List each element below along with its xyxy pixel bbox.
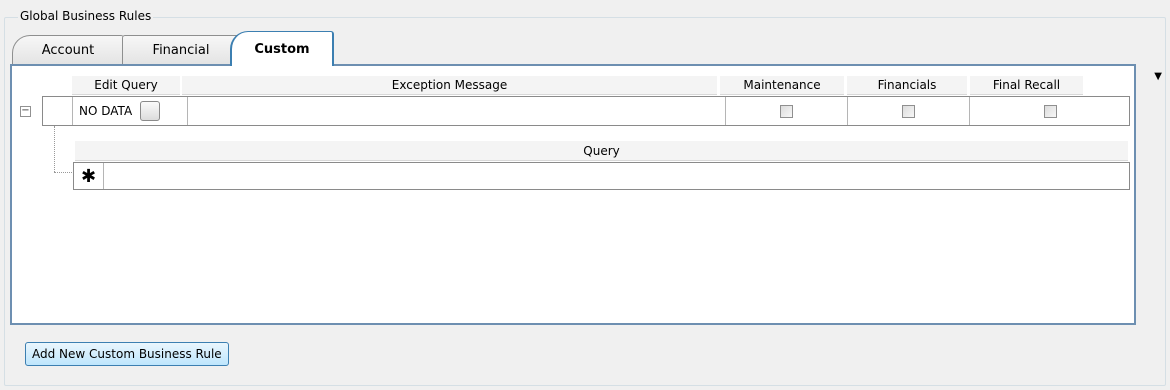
tab-financial[interactable]: Financial <box>122 35 240 65</box>
maintenance-checkbox[interactable] <box>780 104 793 118</box>
group-title: Global Business Rules <box>18 8 154 24</box>
column-header-final-recall[interactable]: Final Recall <box>970 76 1083 95</box>
financials-checkbox[interactable] <box>902 104 915 118</box>
tab-dropdown-icon[interactable]: ▼ <box>1154 71 1162 82</box>
collapse-row-icon[interactable]: − <box>20 106 31 117</box>
column-header-exception-message[interactable]: Exception Message <box>182 76 717 95</box>
exception-message-cell[interactable] <box>188 97 726 125</box>
edit-query-button[interactable] <box>140 101 161 121</box>
column-header-financials[interactable]: Financials <box>847 76 967 95</box>
query-new-row[interactable]: ✱ <box>73 162 1130 190</box>
tree-connector <box>54 126 55 172</box>
financials-cell <box>848 97 970 125</box>
tree-connector <box>54 172 72 173</box>
add-new-custom-business-rule-button[interactable]: Add New Custom Business Rule <box>25 342 229 366</box>
edit-query-cell[interactable]: NO DATA <box>73 97 188 125</box>
final-recall-cell <box>970 97 1130 125</box>
column-header-edit-query[interactable]: Edit Query <box>72 76 180 95</box>
tab-custom[interactable]: Custom <box>230 31 334 66</box>
tab-account[interactable]: Account <box>12 35 124 65</box>
tab-strip: Account Financial Custom ▼ <box>12 31 1162 82</box>
row-selector[interactable] <box>43 97 73 125</box>
custom-tab-panel: Edit Query Exception Message Maintenance… <box>10 64 1136 325</box>
new-row-icon: ✱ <box>74 163 104 189</box>
edit-query-value: NO DATA <box>79 104 133 118</box>
column-header-query[interactable]: Query <box>75 141 1128 161</box>
maintenance-cell <box>726 97 848 125</box>
column-header-maintenance[interactable]: Maintenance <box>720 76 844 95</box>
final-recall-checkbox[interactable] <box>1043 104 1057 118</box>
table-row: NO DATA <box>42 96 1130 126</box>
